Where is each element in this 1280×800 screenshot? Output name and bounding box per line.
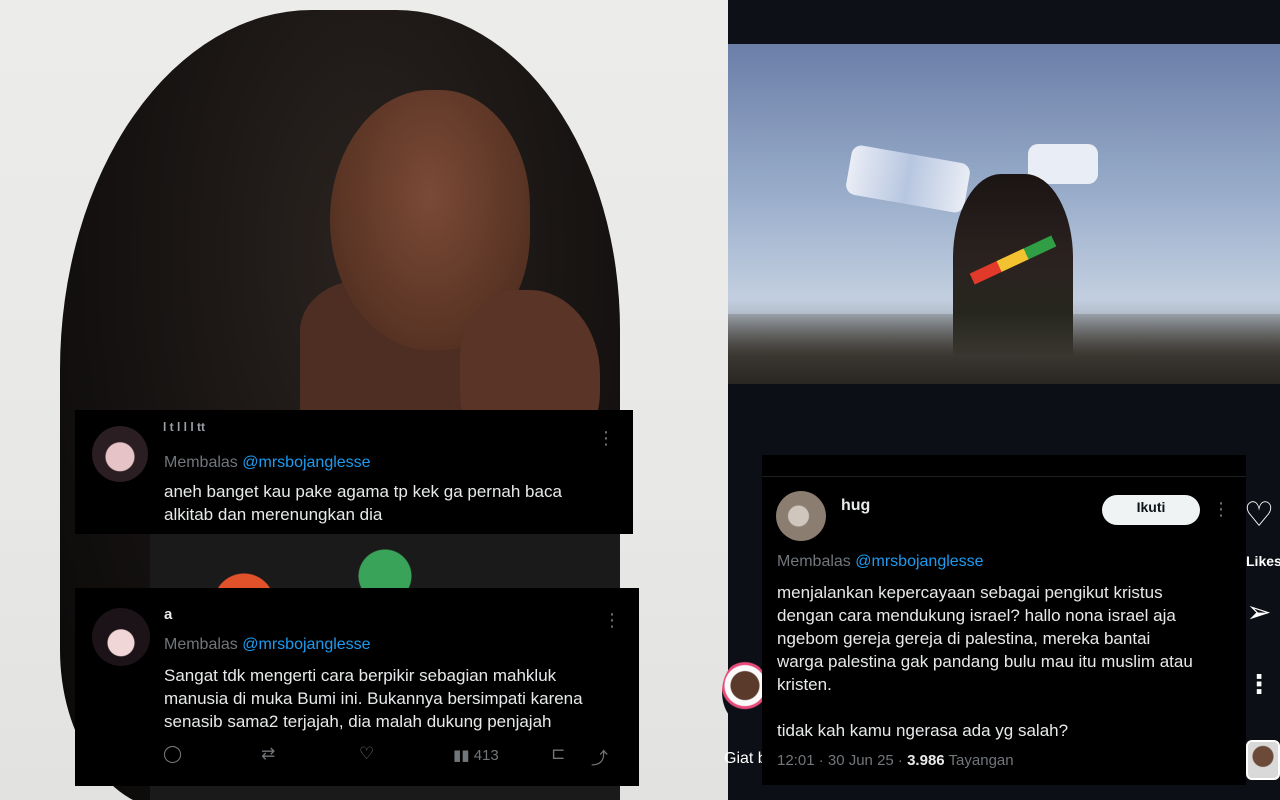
story-username: Giat b xyxy=(724,750,767,767)
views-number: 413 xyxy=(473,747,499,764)
video-top-strip xyxy=(728,0,1280,44)
reply-tweet-2[interactable]: a ⋮ Membalas @mrsbojanglesse Sangat tdk … xyxy=(75,588,639,786)
reply-prefix: Membalas xyxy=(164,454,238,471)
view-label: Tayangan xyxy=(948,752,1014,769)
reply-handle-link[interactable]: @mrsbojanglesse xyxy=(242,636,370,653)
tweet-text: menjalankan kepercayaan sebagai pengikut… xyxy=(777,583,1193,740)
more-icon[interactable]: ⋮ xyxy=(1212,501,1230,519)
reply-prefix: Membalas xyxy=(164,636,238,653)
tweet-text: Sangat tdk mengerti cara berpikir sebagi… xyxy=(164,666,583,731)
author-name[interactable]: hug xyxy=(841,497,870,515)
more-icon[interactable]: ⋮ xyxy=(603,612,621,630)
tweet-text: aneh banget kau pake agama tp kek ga per… xyxy=(164,482,562,524)
reel-thumbnail[interactable] xyxy=(1246,740,1280,780)
reply-context: Membalas @mrsbojanglesse xyxy=(164,454,371,472)
reply-icon[interactable]: ◯ xyxy=(163,744,182,764)
views-icon: ▮▮ xyxy=(453,746,470,764)
reply-handle-link[interactable]: @mrsbojanglesse xyxy=(855,553,983,570)
tweet-top-band xyxy=(762,455,1246,477)
reply-tweet-1[interactable]: l t l l l tt ⋮ Membalas @mrsbojanglesse … xyxy=(75,410,633,534)
tweet-actions: ◯ ⇄ ♡ ▮▮ 413 ⊏ ⤴ xyxy=(163,744,613,772)
like-icon[interactable]: ♡ xyxy=(359,744,374,764)
video-flag xyxy=(844,143,972,215)
share-icon[interactable]: ⤴ xyxy=(591,744,608,769)
reply-context: Membalas @mrsbojanglesse xyxy=(777,553,984,571)
follow-button[interactable]: Ikuti xyxy=(1102,495,1200,525)
view-count: 3.986 xyxy=(907,752,945,769)
more-icon[interactable]: ⋮ xyxy=(597,430,615,448)
tweet-timestamp[interactable]: 12:01 · 30 Jun 25 · xyxy=(777,752,903,769)
views-count[interactable]: ▮▮ 413 xyxy=(453,746,499,764)
reply-prefix: Membalas xyxy=(777,553,851,570)
avatar[interactable] xyxy=(776,491,826,541)
video-frame[interactable] xyxy=(728,44,1280,384)
bookmark-icon[interactable]: ⊏ xyxy=(551,744,565,764)
avatar[interactable] xyxy=(92,426,148,482)
author-name[interactable]: l t l l l tt xyxy=(163,420,205,434)
reply-handle-link[interactable]: @mrsbojanglesse xyxy=(242,454,370,471)
avatar[interactable] xyxy=(92,608,150,666)
reply-tweet-3[interactable]: hug Ikuti ⋮ Membalas @mrsbojanglesse men… xyxy=(762,455,1246,785)
author-name[interactable]: a xyxy=(164,606,172,623)
video-crowd xyxy=(728,314,1280,384)
tweet-meta: 12:01 · 30 Jun 25 · 3.986 Tayangan xyxy=(777,752,1014,769)
retweet-icon[interactable]: ⇄ xyxy=(261,744,275,764)
reply-context: Membalas @mrsbojanglesse xyxy=(164,636,371,654)
